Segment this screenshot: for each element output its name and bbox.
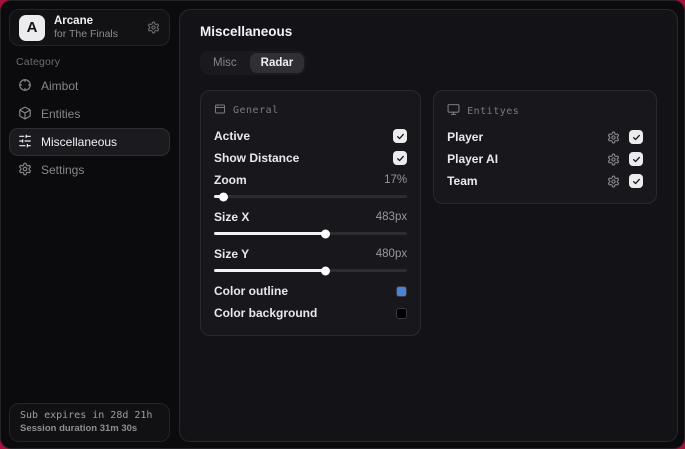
sub-expiry-text: Sub expires in 28d 21h [20, 410, 153, 421]
check-icon [632, 177, 641, 186]
setting-label: Active [214, 129, 251, 143]
entity-label: Player AI [447, 152, 499, 166]
gear-icon[interactable] [607, 153, 620, 166]
brand-card: A Arcane for The Finals [9, 9, 170, 46]
brand-text: Arcane for The Finals [54, 15, 138, 40]
color-background-swatch[interactable] [396, 307, 408, 319]
tab-misc[interactable]: Misc [202, 53, 248, 73]
entity-label: Player [447, 130, 484, 144]
check-icon [632, 155, 641, 164]
sliders-icon [18, 134, 32, 151]
size-y-slider[interactable] [214, 266, 408, 275]
size-x-slider[interactable] [214, 229, 408, 238]
setting-row-show-distance: Show Distance [214, 147, 408, 169]
entities-panel: Entityes Player Player AI Team [433, 90, 657, 204]
zoom-slider[interactable] [214, 192, 408, 201]
sidebar-item-settings[interactable]: Settings [9, 156, 170, 184]
app-window: A Arcane for The Finals Category Aimbot … [0, 0, 685, 449]
gear-icon[interactable] [147, 21, 160, 34]
tab-radar[interactable]: Radar [249, 53, 305, 73]
general-panel-title: General [233, 105, 279, 116]
setting-label: Show Distance [214, 151, 300, 165]
sidebar-nav: Aimbot Entities Miscellaneous Settings [9, 72, 170, 184]
sidebar-item-label: Aimbot [41, 79, 79, 93]
check-icon [396, 132, 405, 141]
setting-row-zoom: Zoom 17% [214, 169, 407, 191]
subscription-card: Sub expires in 28d 21h Session duration … [9, 403, 170, 442]
brand-logo: A [19, 14, 45, 41]
tab-bar: Misc Radar [200, 51, 307, 75]
gear-icon [18, 162, 32, 179]
slider-thumb[interactable] [321, 266, 330, 275]
general-panel: General Active Show Distance Zoom 17% Si… [200, 90, 422, 336]
setting-row-size-y: Size Y 480px [214, 243, 407, 265]
show-distance-checkbox[interactable] [393, 151, 408, 165]
check-icon [632, 133, 641, 142]
setting-label: Size X [214, 210, 250, 224]
entity-row-team: Team [447, 170, 643, 192]
setting-label: Color background [214, 306, 318, 320]
size-y-value: 480px [375, 248, 408, 260]
gear-icon[interactable] [607, 175, 620, 188]
page-title: Miscellaneous [200, 24, 293, 39]
sidebar-item-label: Settings [41, 163, 85, 177]
sidebar-item-entities[interactable]: Entities [9, 100, 170, 128]
slider-fill [214, 266, 330, 275]
session-duration-text: Session duration 31m 30s [20, 423, 138, 434]
crosshair-icon [18, 78, 32, 95]
setting-label: Size Y [214, 247, 250, 261]
entities-panel-title: Entityes [467, 105, 520, 117]
check-icon [396, 154, 405, 163]
player-checkbox[interactable] [629, 130, 643, 144]
setting-label: Zoom [214, 173, 247, 187]
setting-row-color-background: Color background [214, 302, 408, 324]
brand-title: Arcane [54, 14, 93, 27]
sidebar-item-aimbot[interactable]: Aimbot [9, 72, 170, 100]
sidebar: A Arcane for The Finals Category Aimbot … [1, 1, 178, 448]
sidebar-item-label: Entities [41, 107, 81, 121]
general-panel-header: General [214, 103, 407, 118]
size-x-value: 483px [375, 211, 408, 223]
category-label: Category [16, 56, 61, 68]
monitor-icon [447, 103, 460, 119]
entity-row-player-ai: Player AI [447, 148, 643, 170]
main-content: Miscellaneous Misc Radar General Active [179, 9, 678, 442]
setting-row-active: Active [214, 125, 408, 147]
panels-container: General Active Show Distance Zoom 17% Si… [200, 90, 657, 336]
slider-fill [214, 229, 330, 238]
sidebar-item-label: Miscellaneous [41, 135, 118, 149]
color-outline-swatch[interactable] [396, 285, 408, 297]
active-checkbox[interactable] [393, 129, 408, 143]
brand-subtitle: for The Finals [54, 28, 118, 41]
slider-fill [214, 192, 228, 201]
sidebar-item-miscellaneous[interactable]: Miscellaneous [9, 128, 170, 156]
slider-thumb[interactable] [218, 192, 228, 201]
entities-panel-header: Entityes [447, 103, 643, 119]
player-ai-checkbox[interactable] [629, 152, 643, 166]
window-icon [214, 103, 226, 118]
entity-row-player: Player [447, 126, 643, 148]
box-icon [18, 106, 32, 123]
gear-icon[interactable] [607, 131, 620, 144]
team-checkbox[interactable] [629, 174, 643, 188]
setting-row-color-outline: Color outline [214, 280, 408, 302]
slider-thumb[interactable] [321, 229, 330, 238]
zoom-value: 17% [384, 174, 408, 186]
entity-label: Team [447, 174, 478, 188]
setting-row-size-x: Size X 483px [214, 206, 407, 228]
setting-label: Color outline [214, 284, 288, 298]
